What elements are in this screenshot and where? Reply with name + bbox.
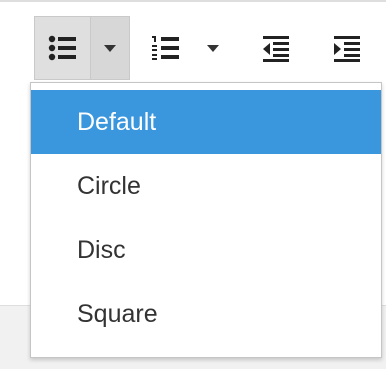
chevron-down-icon: [104, 44, 116, 52]
bullet-style-dropdown: Default Circle Disc Square: [30, 82, 382, 358]
editor-toolbar: [0, 0, 386, 84]
menu-item-circle[interactable]: Circle: [31, 154, 381, 218]
menu-item-disc[interactable]: Disc: [31, 218, 381, 282]
chevron-down-icon: [207, 44, 219, 52]
indent-icon: [334, 36, 360, 62]
numbered-list-dropdown-button[interactable]: [196, 16, 230, 80]
bullet-list-button[interactable]: [34, 16, 90, 80]
numbered-list-button[interactable]: [140, 16, 192, 80]
increase-indent-button[interactable]: [325, 16, 369, 80]
decrease-indent-button[interactable]: [254, 16, 298, 80]
bullet-list-dropdown-button[interactable]: [90, 16, 130, 80]
outdent-icon: [263, 36, 289, 62]
numbered-list-icon: [152, 36, 179, 60]
menu-item-square[interactable]: Square: [31, 282, 381, 346]
bullet-list-icon: [48, 35, 76, 61]
menu-item-default[interactable]: Default: [31, 90, 381, 154]
